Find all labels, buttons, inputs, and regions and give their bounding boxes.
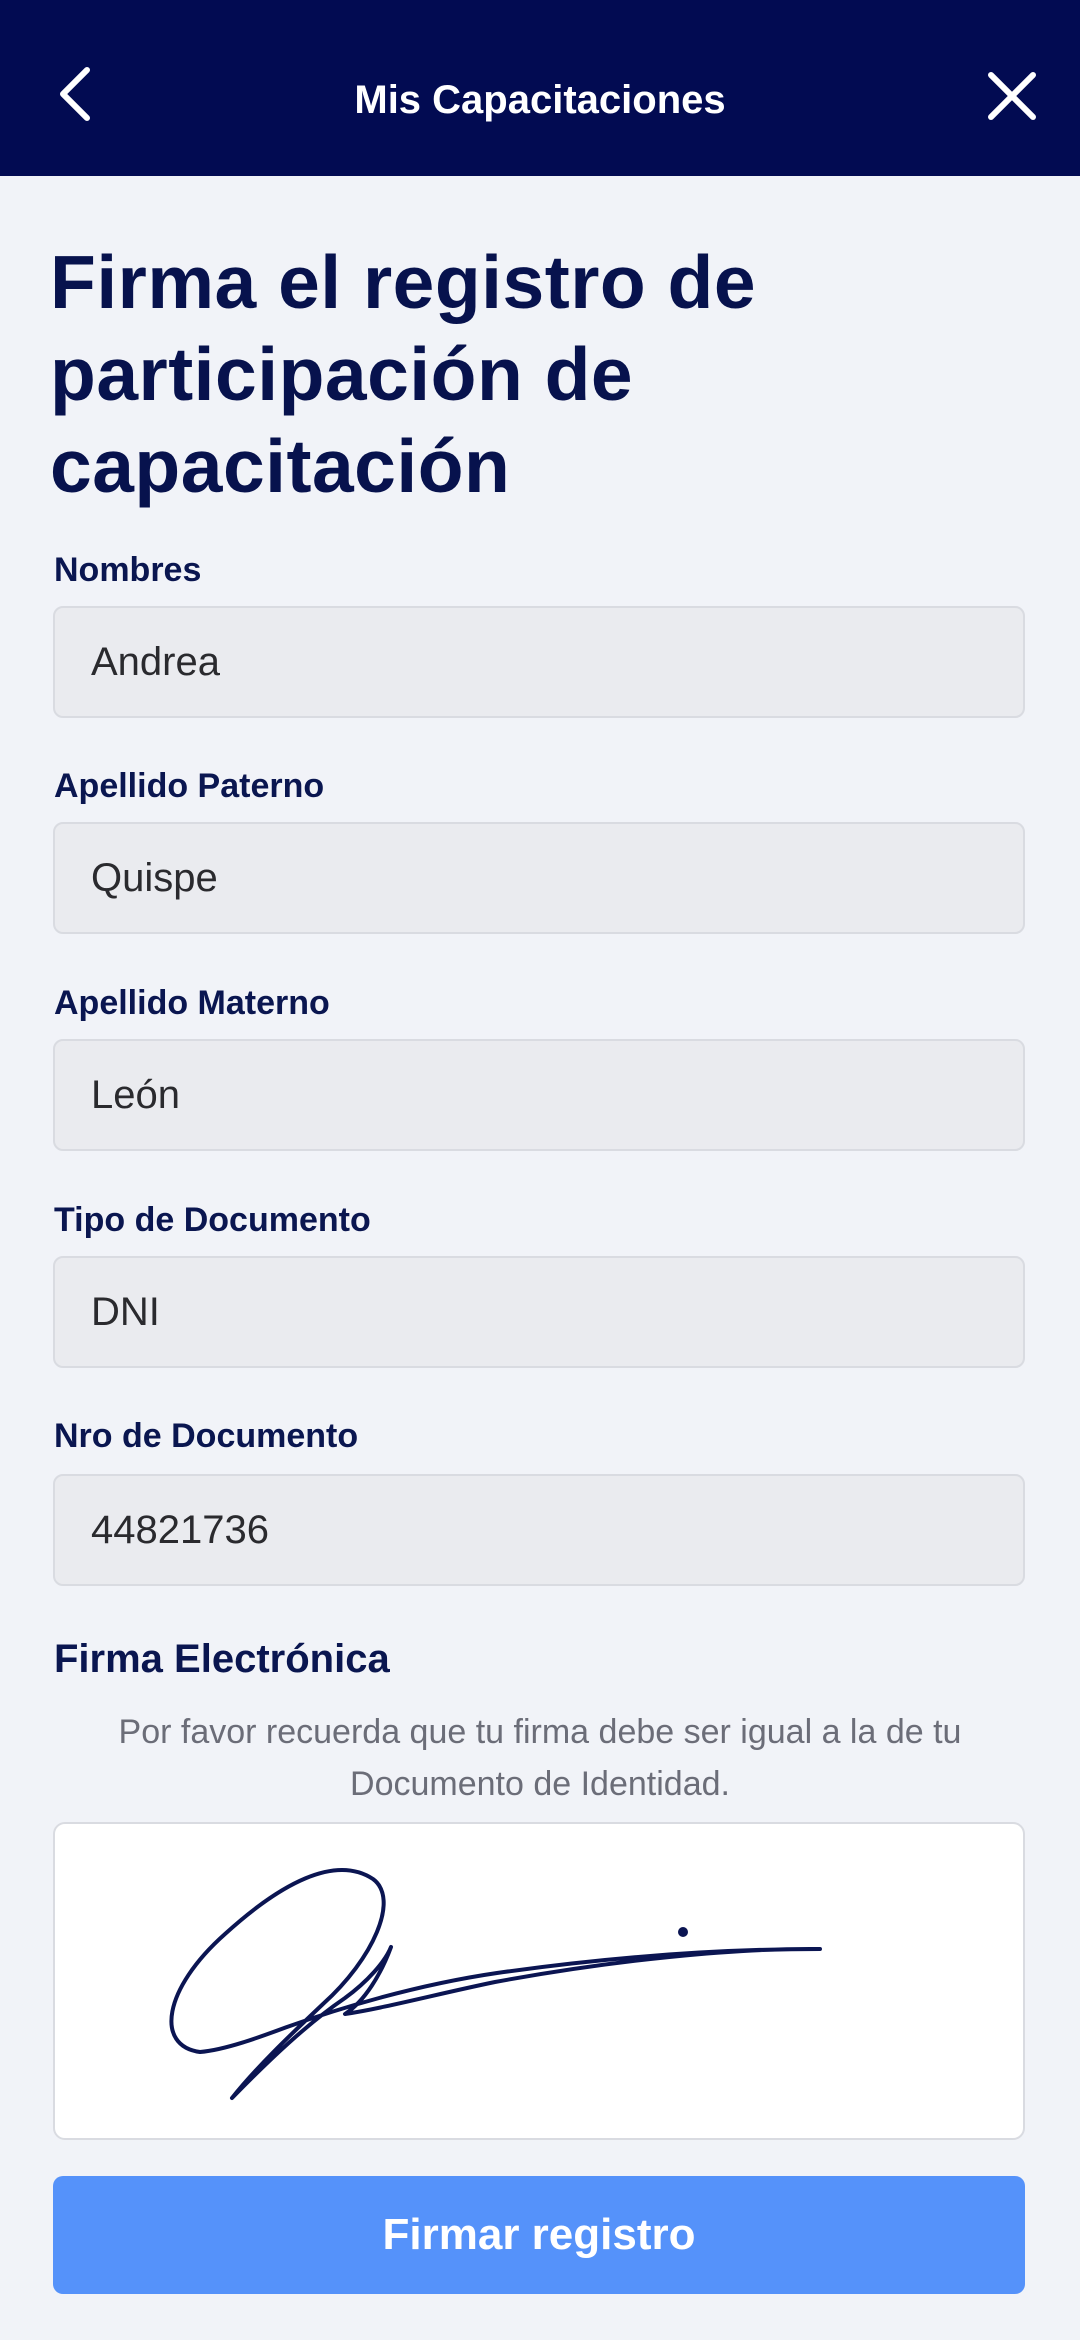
- close-button[interactable]: [972, 56, 1052, 136]
- signature-title: Firma Electrónica: [54, 1637, 390, 1681]
- nombres-input[interactable]: [53, 606, 1025, 718]
- page-title: Firma el registro de participación de ca…: [50, 240, 757, 508]
- label-apellido-materno: Apellido Materno: [54, 984, 330, 1022]
- tipo-documento-input[interactable]: [53, 1256, 1025, 1368]
- nro-documento-input[interactable]: [53, 1474, 1025, 1586]
- app-header: Mis Capacitaciones: [0, 0, 1080, 176]
- label-nombres: Nombres: [54, 551, 202, 589]
- signature-pad[interactable]: [53, 1822, 1025, 2140]
- apellido-materno-input[interactable]: [53, 1039, 1025, 1151]
- label-nro-documento: Nro de Documento: [54, 1417, 359, 1455]
- firmar-registro-button[interactable]: Firmar registro: [53, 2176, 1025, 2294]
- label-apellido-paterno: Apellido Paterno: [54, 767, 325, 805]
- close-icon: [988, 72, 1036, 120]
- signature-note: Por favor recuerda que tu firma debe ser…: [118, 1713, 962, 1803]
- header-title: Mis Capacitaciones: [354, 78, 726, 122]
- apellido-paterno-input[interactable]: [53, 822, 1025, 934]
- label-tipo-documento: Tipo de Documento: [54, 1201, 371, 1239]
- signature-stroke: [169, 1868, 822, 2100]
